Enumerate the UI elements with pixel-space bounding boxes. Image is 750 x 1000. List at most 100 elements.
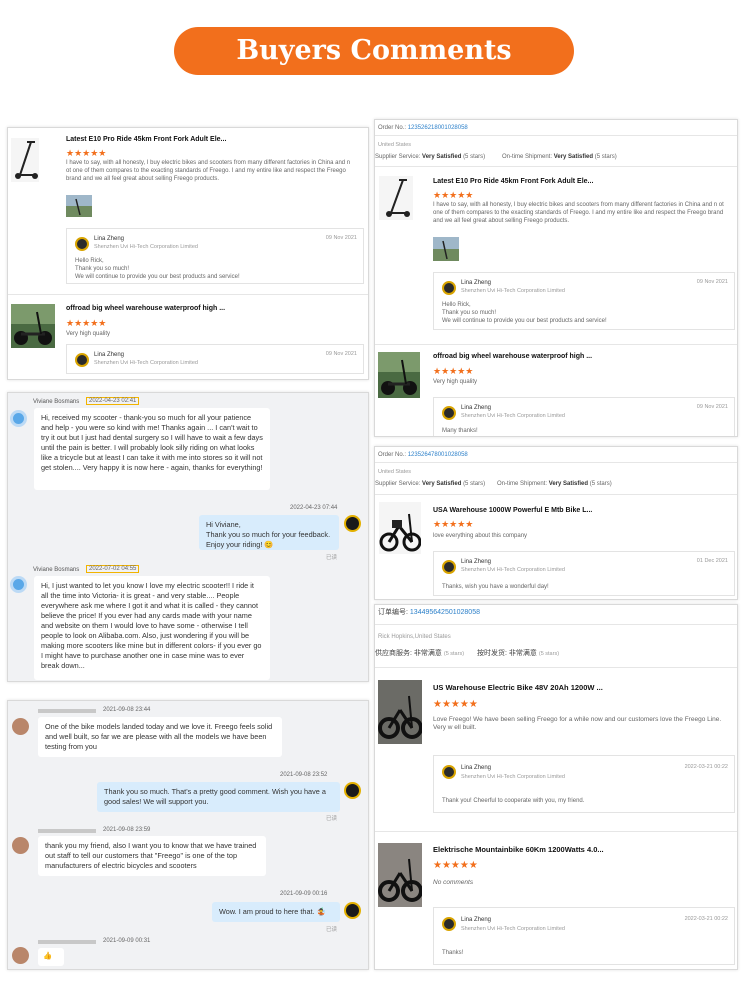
seller-reply-box: Lina Zheng Shenzhen Uvi Hi-Tech Corporat… [433,755,735,813]
sender-name-redacted [38,829,96,833]
buyer-name-country: Rick Hopkins,United States [378,634,451,640]
read-status: 已读 [326,927,338,933]
order-number-label: 订单编号: [378,609,408,616]
rating-label: On-time Shipment: [502,154,553,160]
review-photo[interactable] [433,237,459,261]
chat-sender-name: Viviane Bosmans [33,567,80,573]
rating-label: 按时发货: [477,650,507,657]
sender-name-redacted [38,709,96,713]
chat-timestamp-highlight: 2022-04-23 02:41 [86,397,140,405]
rating-stars: (5 stars) [443,651,465,657]
chat-timestamp: 2021-09-08 23:44 [103,707,151,713]
review-photo[interactable] [66,195,92,217]
order-number-link[interactable]: 123526478001028058 [408,452,468,458]
chat-panel-2021: 2021-09-08 23:44 One of the bike models … [7,700,369,970]
buyer-avatar [10,576,27,593]
seller-name: Lina Zheng [461,559,492,565]
order-panel-2: Order No.: 123526478001028058 United Sta… [374,446,738,600]
rating-value: Very Satisfied [422,481,462,487]
reply-date: 09 Nov 2021 [325,351,357,357]
seller-avatar [344,782,361,799]
seller-avatar [344,515,361,532]
seller-company: Shenzhen Uvi Hi-Tech Corporation Limited [94,360,198,366]
supplier-service-rating: Supplier Service: Very Satisfied (5 star… [375,480,485,488]
review-stars: ★★★★★ [66,148,107,158]
seller-company: Shenzhen Uvi Hi-Tech Corporation Limited [94,244,198,250]
reply-line: Thank you! Cheerful to cooperate with yo… [442,798,585,804]
reply-date: 01 Dec 2021 [696,558,728,564]
reply-line: We will continue to provide you our best… [75,274,240,280]
mountainbike-product-image[interactable] [378,843,422,907]
review-product-title[interactable]: Elektrische Mountainbike 60Km 1200Watts … [433,845,604,854]
review-text: Very high quality [433,379,478,385]
rating-stars: (5 stars) [538,651,560,657]
seller-name: Lina Zheng [461,280,492,286]
chat-timestamp: 2021-09-08 23:59 [103,827,151,833]
seller-reply-box: Lina Zheng Shenzhen Uvi Hi-Tech Corporat… [66,344,364,374]
review-stars: ★★★★★ [433,519,474,529]
buyer-country: United States [378,142,412,148]
reply-line: Many thanks! [442,428,478,434]
seller-company: Shenzhen Uvi Hi-Tech Corporation Limited [461,567,565,573]
reply-line: We will continue to provide you our best… [442,318,607,324]
review-product-title[interactable]: USA Warehouse 1000W Powerful E Mtb Bike … [433,507,592,514]
offroad-scooter-image[interactable] [11,304,55,348]
reply-line: Thanks! [442,950,464,956]
seller-name: Lina Zheng [94,352,125,358]
seller-logo [442,917,456,931]
order-number-label: Order No.: [378,452,407,458]
seller-logo [75,237,89,251]
read-status: 已读 [326,555,338,561]
order-number-label: Order No.: [378,125,407,131]
buyer-avatar [12,837,29,854]
buyers-comments-banner: Buyers Comments [174,27,574,75]
order-number: Order No.: 123526478001028058 [378,451,468,459]
seller-avatar [344,902,361,919]
reply-line: Hello Rick, [75,258,104,264]
divider [375,166,737,167]
chat-message-seller: Wow. I am proud to here that. 🤹 [212,902,340,922]
seller-logo [442,406,456,420]
review-product-title[interactable]: offroad big wheel warehouse waterproof h… [66,305,225,312]
seller-reply-box: Lina Zheng Shenzhen Uvi Hi-Tech Corporat… [433,397,735,436]
seller-name: Lina Zheng [461,405,492,411]
rating-label: Supplier Service: [375,481,421,487]
order-number-link[interactable]: 123526218001028058 [408,125,468,131]
review-product-title[interactable]: Latest E10 Pro Ride 45km Front Fork Adul… [66,136,226,143]
seller-logo [442,560,456,574]
reply-date: 09 Nov 2021 [325,235,357,241]
chat-message-seller: Thank you so much. That's a pretty good … [97,782,340,812]
reply-line: Hello Rick, [442,302,471,308]
review-stars: ★★★★★ [433,699,478,710]
review-stars: ★★★★★ [433,860,478,871]
ebike-product-image[interactable] [379,502,421,554]
review-product-title[interactable]: US Warehouse Electric Bike 48V 20Ah 1200… [433,683,603,692]
buyer-avatar [12,947,29,964]
chat-timestamp: 2021-09-09 00:16 [280,891,328,897]
review-stars: ★★★★★ [66,318,107,328]
seller-company: Shenzhen Uvi Hi-Tech Corporation Limited [461,288,565,294]
scooter-product-image[interactable] [11,138,39,182]
review-stars: ★★★★★ [433,366,474,376]
review-product-title[interactable]: Latest E10 Pro Ride 45km Front Fork Adul… [433,178,593,185]
order-number: Order No.: 123526218001028058 [378,124,468,132]
order-number: 订单编号: 134495642501028058 [378,608,480,617]
chat-timestamp: 2022-04-23 02:41 [86,397,140,405]
offroad-scooter-image[interactable] [378,352,420,398]
ebike-product-image[interactable] [378,680,422,744]
rating-value: Very Satisfied [548,481,589,487]
rating-label: On-time Shipment: [497,481,548,487]
chat-timestamp: 2021-09-09 00:31 [103,938,151,944]
rating-stars: (5 stars) [463,481,486,487]
order-panel-3: 订单编号: 134495642501028058 Rick Hopkins,Un… [374,604,738,970]
divider [375,624,737,625]
seller-company: Shenzhen Uvi Hi-Tech Corporation Limited [461,774,565,780]
seller-logo [442,281,456,295]
scooter-product-image[interactable] [379,176,413,220]
seller-company: Shenzhen Uvi Hi-Tech Corporation Limited [461,926,565,932]
order-number-link[interactable]: 134495642501028058 [410,609,480,616]
chat-panel-viviane: Viviane Bosmans 2022-04-23 02:41 Hi, rec… [7,392,369,682]
seller-company: Shenzhen Uvi Hi-Tech Corporation Limited [461,413,565,419]
review-product-title[interactable]: offroad big wheel warehouse waterproof h… [433,353,592,360]
buyer-country: United States [378,469,412,475]
